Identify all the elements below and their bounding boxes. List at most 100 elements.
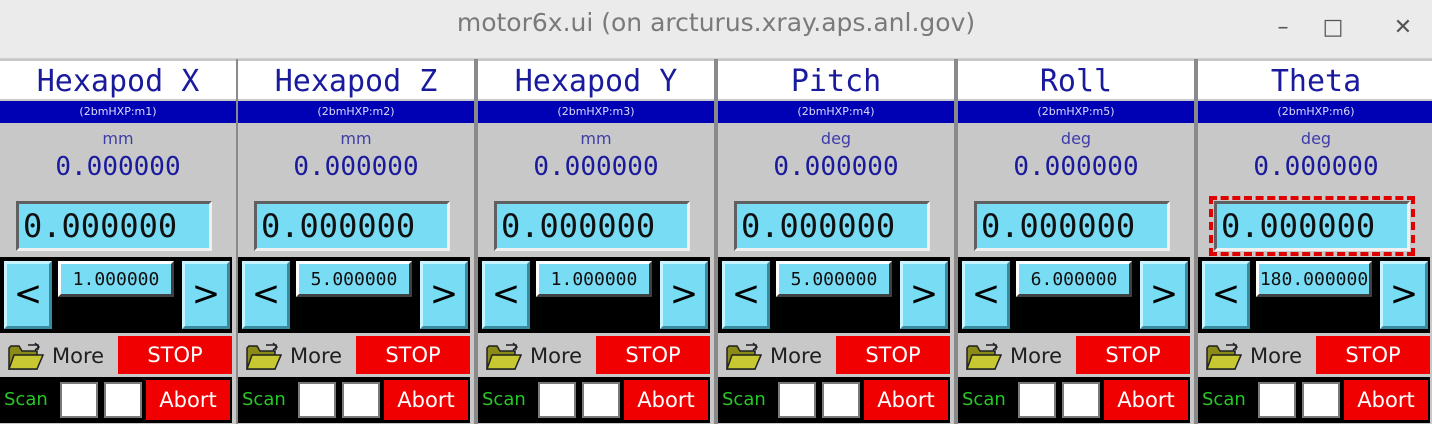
scan-checkbox-1[interactable]	[538, 382, 576, 418]
window-title-bar[interactable]: motor6x.ui (on arcturus.xray.aps.anl.gov…	[0, 0, 1432, 59]
more-button[interactable]: More	[962, 337, 1074, 375]
setpoint-input[interactable]	[257, 204, 447, 248]
maximize-icon[interactable]: □	[1318, 14, 1348, 44]
setpoint-field[interactable]	[494, 201, 690, 251]
stop-button[interactable]: STOP	[1316, 336, 1430, 374]
tweak-left-button[interactable]: <	[482, 261, 530, 329]
scan-label: Scan	[722, 389, 766, 410]
tweak-value-input[interactable]	[1019, 264, 1129, 294]
scan-checkbox-2[interactable]	[1302, 382, 1340, 418]
tweak-right-button[interactable]: >	[660, 261, 708, 329]
scan-checkbox-2[interactable]	[342, 382, 380, 418]
motor-pv-label: (2bmHXP:m4)	[718, 101, 954, 123]
scan-row: Scan Abort	[478, 377, 710, 423]
setpoint-field[interactable]	[1209, 196, 1415, 256]
motor-name: Hexapod Y	[478, 61, 714, 99]
motor-unit: deg	[1300, 129, 1332, 148]
stop-button[interactable]: STOP	[596, 336, 710, 374]
more-button[interactable]: More	[4, 337, 116, 375]
stop-button[interactable]: STOP	[356, 336, 470, 374]
tweak-value-input[interactable]	[1259, 264, 1369, 294]
abort-button[interactable]: Abort	[1344, 380, 1428, 420]
tweak-value-input[interactable]	[299, 264, 409, 294]
scan-checkbox-1[interactable]	[60, 382, 98, 418]
stop-button[interactable]: STOP	[118, 336, 232, 374]
scan-label: Scan	[962, 389, 1006, 410]
tweak-left-button[interactable]: <	[962, 261, 1010, 329]
abort-button[interactable]: Abort	[624, 380, 708, 420]
scan-checkbox-2[interactable]	[822, 382, 860, 418]
more-button[interactable]: More	[1202, 337, 1314, 375]
tweak-right-button[interactable]: >	[900, 261, 948, 329]
motor-pv-label: (2bmHXP:m5)	[958, 101, 1194, 123]
tweak-value-input[interactable]	[779, 264, 889, 294]
setpoint-field[interactable]	[734, 201, 930, 251]
tweak-right-button[interactable]: >	[1140, 261, 1188, 329]
scan-checkbox-2[interactable]	[582, 382, 620, 418]
tweak-value-field[interactable]	[776, 261, 892, 297]
more-label: More	[52, 344, 105, 368]
tweak-value-field[interactable]	[536, 261, 652, 297]
tweak-right-button[interactable]: >	[182, 261, 230, 329]
tweak-value-field[interactable]	[296, 261, 412, 297]
scan-checkbox-2[interactable]	[104, 382, 142, 418]
setpoint-field[interactable]	[16, 201, 212, 251]
abort-button[interactable]: Abort	[864, 380, 948, 420]
abort-button[interactable]: Abort	[146, 380, 230, 420]
tweak-value-field[interactable]	[1256, 261, 1372, 297]
scan-checkbox-2[interactable]	[1062, 382, 1100, 418]
setpoint-input[interactable]	[497, 204, 687, 248]
motor-panel-2: Hexapod Z (2bmHXP:m2) mm 0.000000 < > Mo…	[238, 59, 474, 424]
stop-button[interactable]: STOP	[1076, 336, 1190, 374]
scan-checkbox-1[interactable]	[1018, 382, 1056, 418]
motor-readback: 0.000000	[773, 152, 899, 182]
more-label: More	[1250, 344, 1303, 368]
abort-button[interactable]: Abort	[384, 380, 468, 420]
motor-panel-5: Roll (2bmHXP:m5) deg 0.000000 < > More S…	[958, 59, 1194, 424]
scan-label: Scan	[1202, 389, 1246, 410]
motor-unit: deg	[1060, 129, 1092, 148]
motor-panel-4: Pitch (2bmHXP:m4) deg 0.000000 < > More …	[718, 59, 954, 424]
setpoint-input[interactable]	[1217, 204, 1407, 248]
scan-checkbox-1[interactable]	[778, 382, 816, 418]
abort-button[interactable]: Abort	[1104, 380, 1188, 420]
setpoint-field[interactable]	[974, 201, 1170, 251]
tweak-left-button[interactable]: <	[722, 261, 770, 329]
more-button[interactable]: More	[482, 337, 594, 375]
tweak-left-button[interactable]: <	[242, 261, 290, 329]
motor-readback: 0.000000	[1013, 152, 1139, 182]
scan-label: Scan	[482, 389, 526, 410]
setpoint-input[interactable]	[977, 204, 1167, 248]
minimize-icon[interactable]: –	[1268, 14, 1298, 44]
close-icon[interactable]: ✕	[1388, 14, 1418, 44]
tweak-right-button[interactable]: >	[1380, 261, 1428, 329]
tweak-value-input[interactable]	[539, 264, 649, 294]
stop-button[interactable]: STOP	[836, 336, 950, 374]
tweak-value-field[interactable]	[58, 261, 174, 297]
more-button[interactable]: More	[722, 337, 834, 375]
more-label: More	[530, 344, 583, 368]
tweak-group: < >	[0, 257, 232, 333]
motor-name: Theta	[1198, 61, 1432, 99]
motor-readback: 0.000000	[55, 152, 181, 182]
tweak-left-button[interactable]: <	[4, 261, 52, 329]
setpoint-input[interactable]	[19, 204, 209, 248]
tweak-right-button[interactable]: >	[420, 261, 468, 329]
window-title: motor6x.ui (on arcturus.xray.aps.anl.gov…	[456, 8, 976, 37]
scan-checkbox-1[interactable]	[298, 382, 336, 418]
tweak-value-input[interactable]	[61, 264, 171, 294]
tweak-left-button[interactable]: <	[1202, 261, 1250, 329]
folder-open-icon	[246, 342, 282, 370]
more-button[interactable]: More	[242, 337, 354, 375]
scan-checkbox-1[interactable]	[1258, 382, 1296, 418]
tweak-group: < >	[958, 257, 1190, 333]
motor-name: Pitch	[718, 61, 954, 99]
setpoint-input[interactable]	[737, 204, 927, 248]
motor-unit: deg	[820, 129, 852, 148]
more-label: More	[770, 344, 823, 368]
setpoint-field[interactable]	[254, 201, 450, 251]
motor-panels: Hexapod X (2bmHXP:m1) mm 0.000000 < > Mo…	[0, 59, 1432, 424]
tweak-value-field[interactable]	[1016, 261, 1132, 297]
tweak-group: < >	[718, 257, 950, 333]
scan-row: Scan Abort	[238, 377, 470, 423]
